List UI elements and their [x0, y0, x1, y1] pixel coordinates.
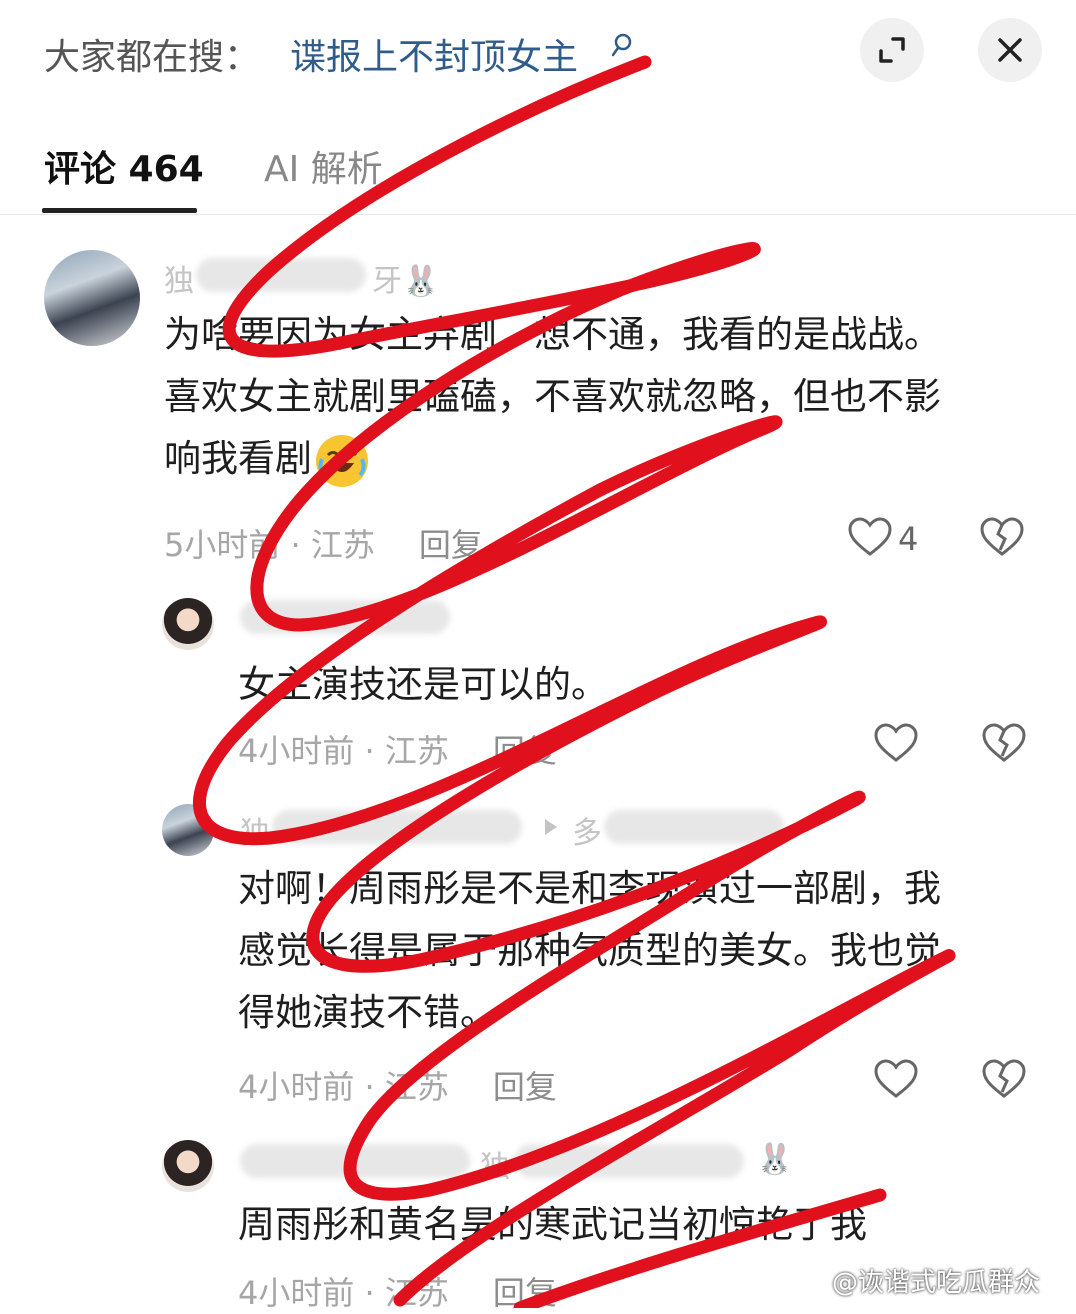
username-fragment: 🐰 [756, 1142, 794, 1177]
close-button[interactable] [978, 18, 1042, 82]
weibo-watermark: @诙谐式吃瓜群众 [832, 1268, 1041, 1298]
comment-meta: 4小时前 · 江苏 回复 [238, 1068, 557, 1106]
laughing-crying-emoji [316, 434, 368, 487]
reply-button[interactable]: 回复 [493, 732, 557, 770]
avatar[interactable] [162, 598, 214, 650]
comment-time: 4小时前 [238, 1068, 355, 1106]
avatar[interactable] [162, 804, 214, 856]
username-blurred [272, 810, 522, 844]
comment-time: 4小时前 [238, 732, 355, 770]
search-prefix: 大家都在搜： [44, 37, 261, 78]
comment-location: 江苏 [310, 526, 375, 564]
username-blurred [514, 1144, 744, 1178]
comment-meta: 4小时前 · 江苏 回复 [238, 1274, 557, 1312]
avatar[interactable] [162, 1140, 214, 1192]
like-icon[interactable] [846, 514, 894, 562]
comment-text: 对啊！周雨彤是不是和李现演过一部剧，我 感觉长得是属于那种气质型的美女。我也觉 … [238, 867, 941, 1034]
close-icon [998, 38, 1022, 62]
username-blurred [196, 258, 366, 292]
expand-icon [879, 37, 905, 63]
like-count: 4 [898, 520, 919, 558]
reply-button[interactable]: 回复 [419, 526, 483, 564]
dislike-icon[interactable] [980, 1056, 1028, 1104]
username-fragment: 独 [480, 1150, 510, 1185]
username-fragment: 独 [240, 816, 270, 851]
comment-text: 周雨彤和黄名昊的寒武记当初惊艳了我 [238, 1203, 867, 1246]
expand-button[interactable] [860, 18, 924, 82]
comment-meta: 4小时前 · 江苏 回复 [238, 732, 557, 770]
username-blurred [240, 1144, 470, 1178]
tab-ai-analysis[interactable]: AI 解析 [264, 140, 383, 192]
comment-text: 为啥要因为女主弃剧，想不通，我看的是战战。 喜欢女主就剧里磕磕，不喜欢就忽略，但… [164, 304, 941, 490]
username-blurred [604, 810, 784, 844]
comment-text: 女主演技还是可以的。 [238, 663, 608, 706]
username-blurred [240, 600, 450, 634]
dislike-icon[interactable] [980, 720, 1028, 768]
search-suggestion-link[interactable]: 谍报上不封顶女主 [290, 28, 578, 80]
comment-meta: 5小时前 · 江苏 回复 [164, 526, 483, 564]
like-icon[interactable] [872, 1056, 920, 1104]
comment-location: 江苏 [384, 1274, 449, 1312]
avatar[interactable] [44, 250, 140, 346]
username-fragment: 多 [572, 816, 602, 851]
tab-comments[interactable]: 评论 464 [44, 140, 204, 192]
comment-time: 5小时前 [164, 526, 281, 564]
tabs-divider [0, 214, 1076, 215]
username-fragment: 牙🐰 [372, 264, 440, 299]
comment-time: 4小时前 [238, 1274, 355, 1312]
reply-arrow-icon [545, 819, 557, 835]
comment-location: 江苏 [384, 1068, 449, 1106]
comment-location: 江苏 [384, 732, 449, 770]
search-icon[interactable] [612, 32, 638, 58]
active-tab-indicator [42, 208, 197, 213]
dislike-icon[interactable] [978, 514, 1026, 562]
username-fragment: 独 [164, 264, 194, 299]
reply-button[interactable]: 回复 [493, 1068, 557, 1106]
like-icon[interactable] [872, 720, 920, 768]
reply-button[interactable]: 回复 [493, 1274, 557, 1312]
